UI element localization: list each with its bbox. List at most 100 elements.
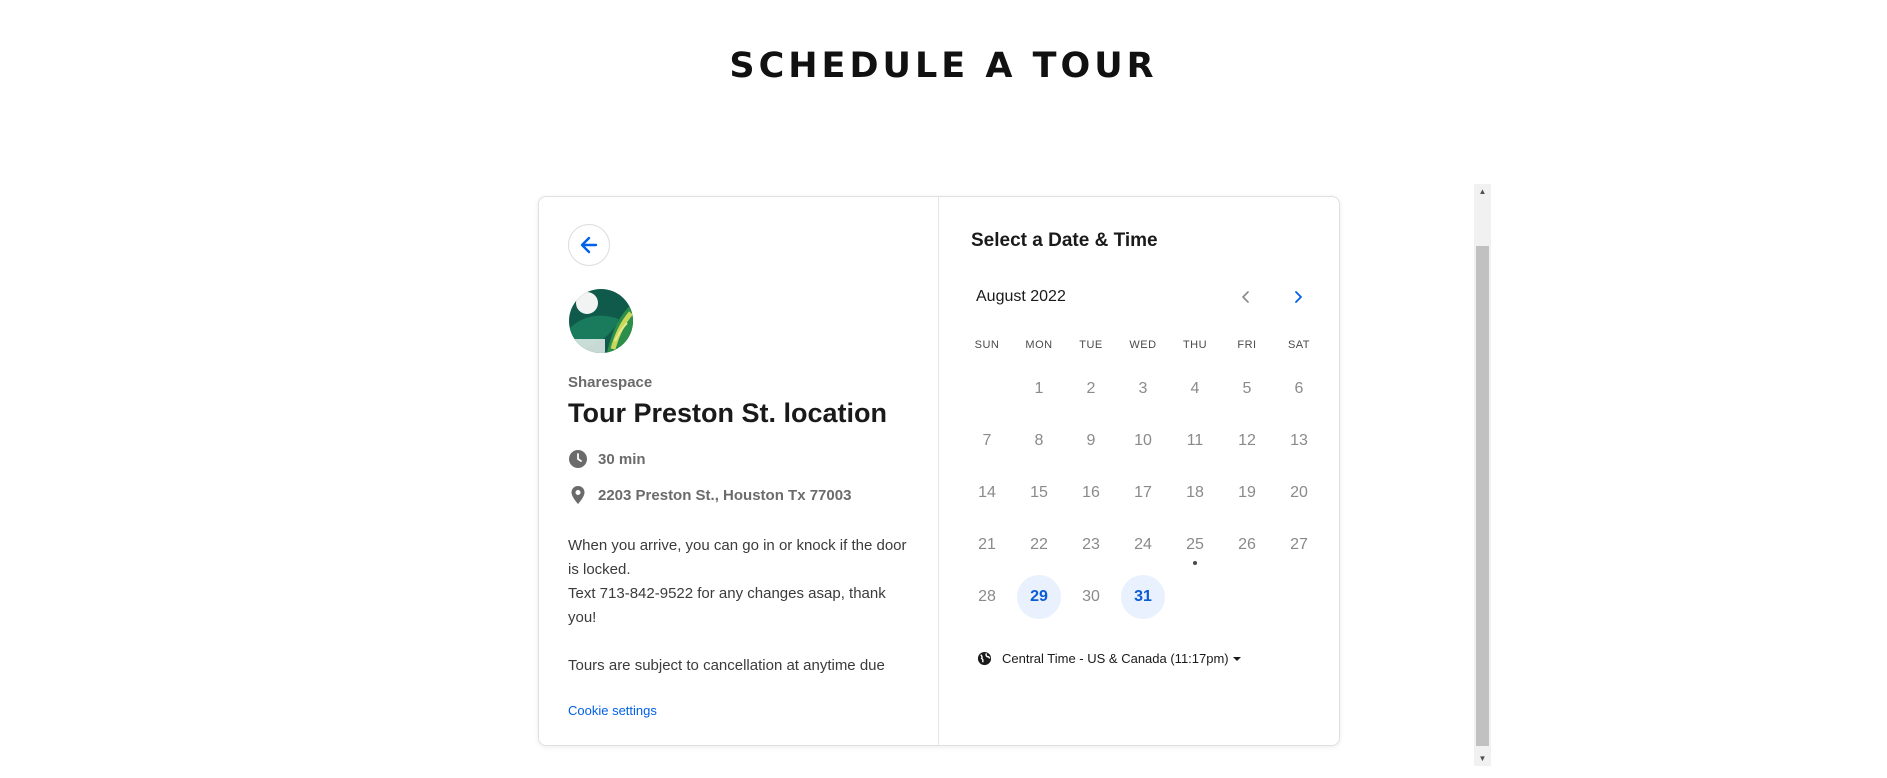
location-row: 2203 Preston St., Houston Tx 77003 [568,485,851,505]
scheduling-widget: Sharespace Tour Preston St. location 30 … [538,196,1340,746]
calendar-cell: 2 [1065,363,1117,415]
calendar-cell: 3 [1117,363,1169,415]
calendar-cell: 15 [1013,467,1065,519]
calendar-cell: 7 [961,415,1013,467]
calendar-week-row: 7 8 9 10 11 12 13 [961,415,1325,467]
today-indicator-dot [1193,561,1197,565]
calendar-day: 6 [1294,380,1304,397]
calendar-day: 9 [1086,432,1096,449]
calendar-cell [1169,571,1221,623]
calendar-cell: 1 [1013,363,1065,415]
calendar-day: 1 [1034,380,1044,397]
calendar-day: 28 [978,588,996,605]
clock-icon [568,449,588,469]
calendar-cell: 13 [1273,415,1325,467]
event-description: When you arrive, you can go in or knock … [568,534,913,676]
calendar-day: 16 [1082,484,1100,501]
calendar-day: 18 [1186,484,1204,501]
calendar-cell: 23 [1065,519,1117,571]
calendar-cell: 12 [1221,415,1273,467]
weekday-label: MON [1025,339,1053,351]
calendar-day: 24 [1134,536,1152,553]
calendar-day: 13 [1290,432,1308,449]
calendar-cell: 20 [1273,467,1325,519]
month-label: August 2022 [976,288,1066,305]
calendar-cell: 30 [1065,571,1117,623]
scroll-up-arrow-icon[interactable]: ▲ [1474,184,1491,199]
calendar-cell: 25 [1169,519,1221,571]
calendar-cell: 10 [1117,415,1169,467]
cookie-settings-link[interactable]: Cookie settings [568,703,657,718]
weekday-header: SUN MON TUE WED THU FRI SAT [961,339,1325,351]
date-time-panel: Select a Date & Time August 2022 SUN MON T… [939,197,1339,745]
description-line-1: When you arrive, you can go in or knock … [568,537,907,578]
calendar-cell: 8 [1013,415,1065,467]
calendar-week-row: 28 29 30 31 [961,571,1325,623]
calendar-day: 20 [1290,484,1308,501]
back-button[interactable] [568,224,610,266]
calendar-day: 15 [1030,484,1048,501]
calendar-day: 12 [1238,432,1256,449]
event-details-panel: Sharespace Tour Preston St. location 30 … [539,197,939,745]
calendar-cell: 19 [1221,467,1273,519]
calendar-week-row: 1 2 3 4 5 6 [961,363,1325,415]
calendar-cell: 31 [1117,571,1169,623]
location-text: 2203 Preston St., Houston Tx 77003 [598,486,852,504]
page-scrollbar[interactable]: ▲ ▼ [1474,184,1491,766]
prev-month-button[interactable] [1230,281,1262,313]
calendar-cell: 16 [1065,467,1117,519]
page-title: SCHEDULE A TOUR [729,46,1158,86]
calendar-grid: 1 2 3 4 5 6 7 8 9 10 11 12 13 14 15 16 17 18 19 20 21 22 23 24 2… [961,363,1325,623]
chevron-left-icon [1240,290,1252,304]
duration-text: 30 min [598,450,646,468]
calendar-cell: 17 [1117,467,1169,519]
available-day-button[interactable]: 31 [1121,575,1165,619]
description-line-2: Text 713-842-9522 for any changes asap, … [568,585,886,626]
calendar-day: 11 [1186,432,1204,449]
scrollbar-thumb[interactable] [1476,246,1489,746]
scroll-down-arrow-icon[interactable]: ▼ [1474,751,1491,766]
calendar-cell: 26 [1221,519,1273,571]
weekday-label: THU [1182,339,1208,351]
calendar-day: 26 [1238,536,1256,553]
calendar-cell: 6 [1273,363,1325,415]
calendar-day: 4 [1190,380,1200,397]
calendar-day: 14 [978,484,996,501]
next-month-button[interactable] [1282,281,1314,313]
calendar-day: 3 [1138,380,1148,397]
calendar-day: 5 [1242,380,1252,397]
host-name: Sharespace [568,374,653,391]
calendar-day: 17 [1134,484,1152,501]
calendar-day: 23 [1082,536,1100,553]
calendar-cell: 14 [961,467,1013,519]
calendar-day: 22 [1030,536,1048,553]
calendar-cell: 28 [961,571,1013,623]
calendar-day: 8 [1034,432,1044,449]
calendar-cell: 4 [1169,363,1221,415]
map-pin-icon [568,485,588,505]
calendar-cell: 11 [1169,415,1221,467]
available-day-button[interactable]: 29 [1017,575,1061,619]
weekday-label: SUN [974,339,1000,351]
calendar-cell [961,363,1013,415]
calendar-cell: 22 [1013,519,1065,571]
globe-icon [977,651,992,666]
calendar-week-row: 21 22 23 24 25 26 27 [961,519,1325,571]
calendar-day: 27 [1290,536,1308,553]
calendar-cell: 21 [961,519,1013,571]
calendar-cell [1221,571,1273,623]
calendar-cell: 9 [1065,415,1117,467]
calendar-day: 21 [978,536,996,553]
calendar-day: 2 [1086,380,1096,397]
calendar-day: 10 [1134,432,1152,449]
description-line-3: Tours are subject to cancellation at any… [568,657,885,674]
host-avatar [569,289,633,353]
timezone-selector[interactable]: Central Time - US & Canada (11:17pm) [977,651,1241,666]
weekday-label: SAT [1287,339,1311,351]
calendar-day: 19 [1238,484,1256,501]
event-title: Tour Preston St. location [568,398,888,428]
weekday-label: WED [1129,339,1157,351]
timezone-text: Central Time - US & Canada (11:17pm) [1002,651,1229,666]
calendar-cell: 27 [1273,519,1325,571]
calendar-day: 30 [1082,588,1100,605]
